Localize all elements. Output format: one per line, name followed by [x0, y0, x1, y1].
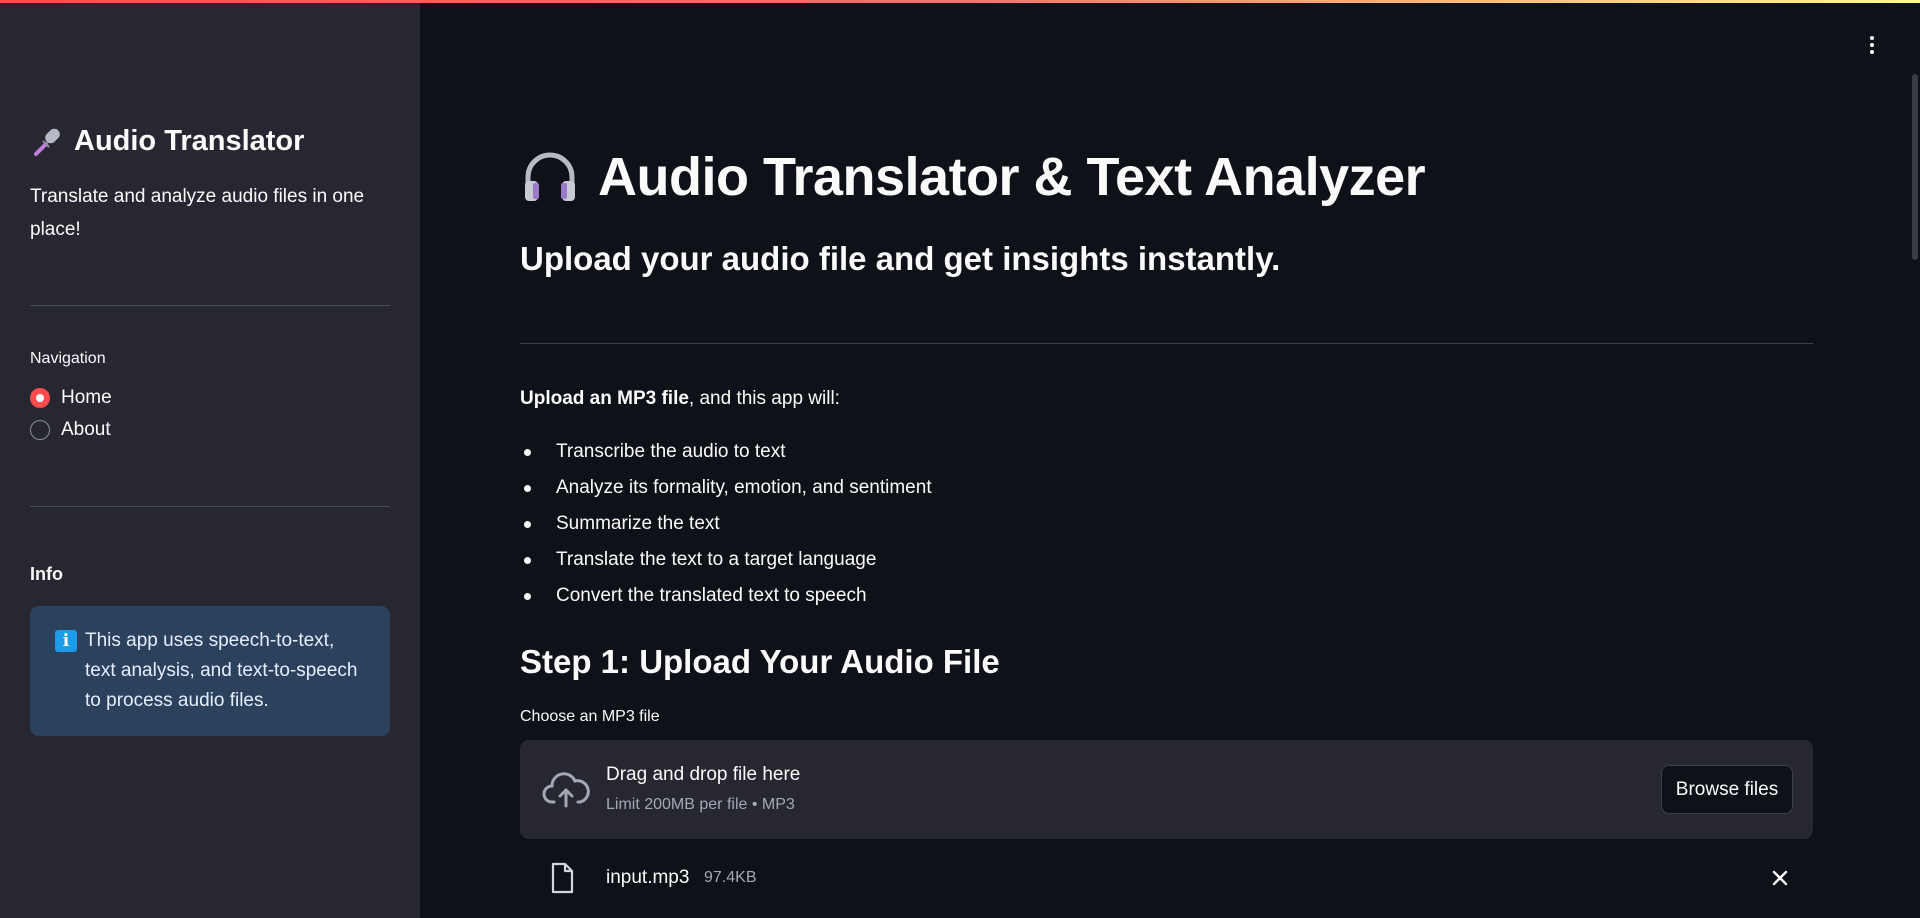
dropzone-title: Drag and drop file here [606, 764, 801, 785]
nav-option-about[interactable]: About [30, 419, 111, 441]
file-name: input.mp3 [606, 867, 690, 888]
sidebar-title-text: Audio Translator [74, 124, 305, 157]
nav-option-home[interactable]: Home [30, 387, 112, 409]
page-subtitle: Upload your audio file and get insights … [520, 240, 1281, 277]
navigation-label: Navigation [30, 350, 106, 367]
uploaded-file-row: input.mp3 97.4KB [520, 858, 1813, 898]
nav-option-home-label: Home [61, 387, 112, 408]
list-item: Analyze its formality, emotion, and sent… [520, 474, 932, 510]
info-text: This app uses speech-to-text, text analy… [85, 630, 358, 711]
dropzone-limit: Limit 200MB per file • MP3 [606, 796, 795, 813]
intro-text: Upload an MP3 file, and this app will: [520, 388, 840, 410]
list-item: Summarize the text [520, 510, 932, 546]
nav-option-about-label: About [61, 419, 111, 440]
main-divider [520, 343, 1813, 344]
cloud-upload-icon [542, 772, 590, 808]
page-title: Audio Translator & Text Analyzer [520, 146, 1426, 208]
sidebar-title: Audio Translator [30, 124, 304, 158]
microphone-icon [34, 128, 60, 156]
sidebar-divider [30, 305, 390, 306]
info-heading: Info [30, 564, 63, 584]
list-item: Translate the text to a target language [520, 546, 932, 582]
sidebar-divider [30, 506, 390, 507]
feature-list: Transcribe the audio to text Analyze its… [520, 438, 932, 618]
headphones-icon [525, 152, 575, 201]
file-dropzone[interactable]: Drag and drop file here Limit 200MB per … [520, 740, 1813, 839]
radio-selected-icon[interactable] [30, 388, 50, 408]
intro-bold: Upload an MP3 file [520, 388, 689, 409]
scrollbar[interactable] [1912, 74, 1918, 260]
sidebar-subtitle: Translate and analyze audio files in one… [30, 186, 365, 240]
step1-heading: Step 1: Upload Your Audio File [520, 643, 1000, 680]
browse-files-button[interactable]: Browse files [1661, 765, 1793, 814]
list-item: Convert the translated text to speech [520, 582, 932, 618]
page-title-text: Audio Translator & Text Analyzer [598, 147, 1426, 207]
close-icon[interactable] [1769, 867, 1791, 889]
kebab-menu-icon[interactable] [1862, 32, 1882, 58]
sidebar: Audio Translator Translate and analyze a… [0, 0, 420, 918]
file-uploader-label: Choose an MP3 file [520, 708, 660, 725]
top-accent-bar [0, 0, 1920, 3]
list-item: Transcribe the audio to text [520, 438, 932, 474]
file-icon [551, 862, 574, 894]
radio-unselected-icon[interactable] [30, 420, 50, 440]
info-icon: i [55, 630, 77, 652]
file-size: 97.4KB [704, 869, 757, 886]
info-box: i This app uses speech-to-text, text ana… [30, 606, 390, 736]
intro-rest: , and this app will: [688, 388, 840, 409]
